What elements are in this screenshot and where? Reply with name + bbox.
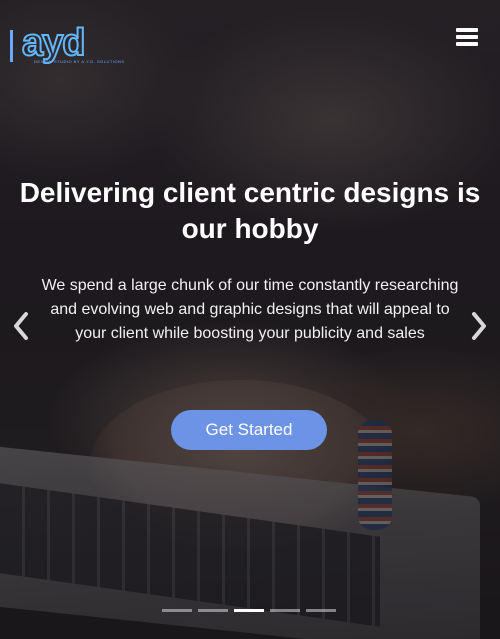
carousel-indicator[interactable] — [306, 609, 336, 612]
slide-headline: Delivering client centric designs is our… — [19, 177, 481, 244]
carousel-next-button[interactable] — [464, 306, 494, 346]
carousel-indicator[interactable] — [198, 609, 228, 612]
carousel-indicator[interactable] — [162, 609, 192, 612]
chevron-right-icon — [472, 312, 486, 340]
carousel-prev-button[interactable] — [6, 306, 36, 346]
get-started-button[interactable]: Get Started — [171, 410, 327, 450]
carousel-indicator[interactable] — [234, 609, 264, 612]
carousel-indicator[interactable] — [270, 609, 300, 612]
carousel-indicators — [162, 609, 337, 613]
carousel-slide: Delivering client centric designs is our… — [0, 0, 500, 639]
slide-description: We spend a large chunk of our time const… — [41, 277, 459, 342]
chevron-left-icon — [14, 312, 28, 340]
